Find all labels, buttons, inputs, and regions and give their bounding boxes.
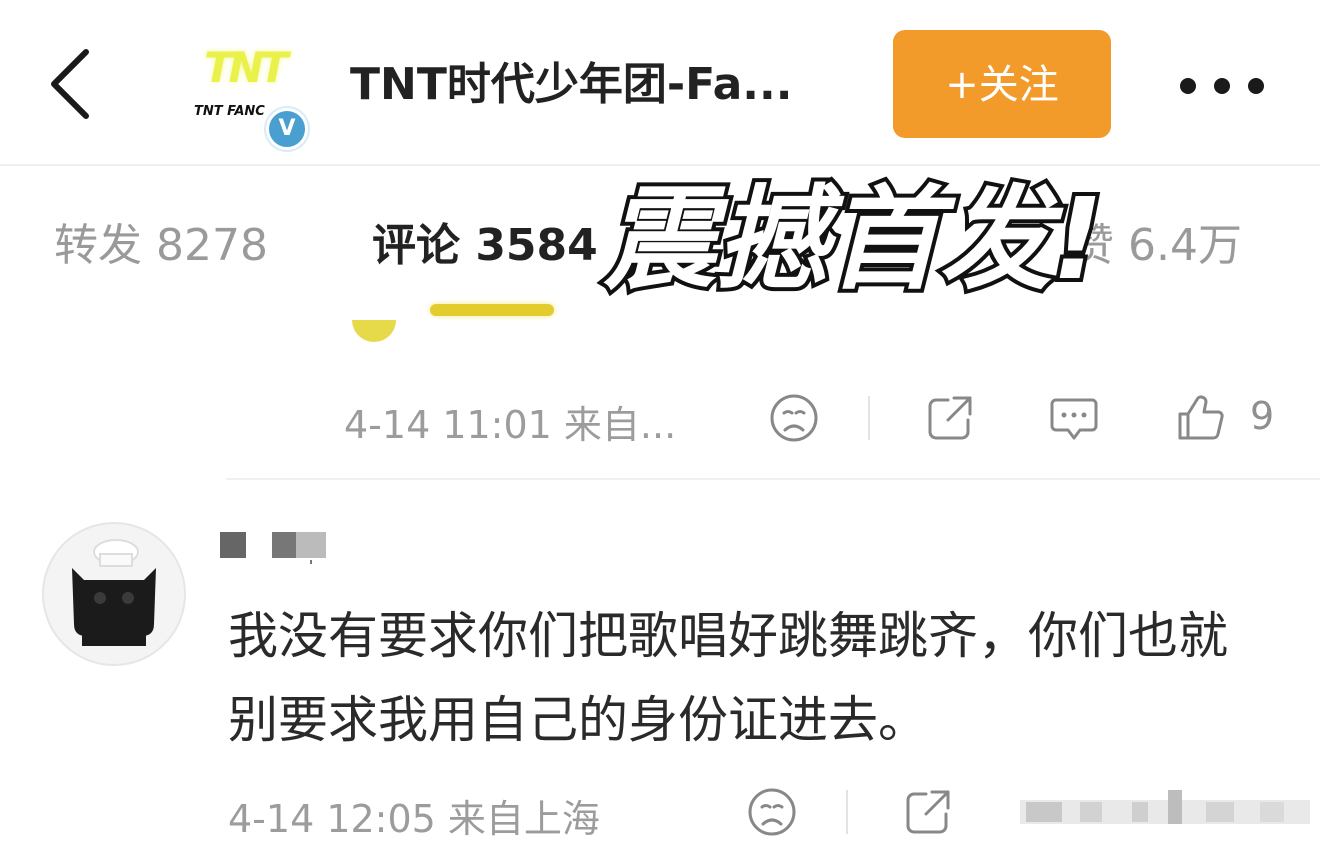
- header: TNT TNT FANC V TNT时代少年团-Fa... +关注: [0, 0, 1320, 166]
- comment-timestamp: 4-14 11:01 来自...: [344, 403, 677, 447]
- follow-button[interactable]: +关注: [893, 30, 1111, 138]
- username-redacted[interactable]: [220, 528, 360, 564]
- avatar-edge-decoration: [352, 320, 396, 342]
- comment-timestamp: 4-14 12:05 来自上海: [228, 797, 600, 841]
- verified-badge-icon: V: [266, 108, 308, 150]
- comment-separator: [226, 478, 1320, 480]
- tab-repost[interactable]: 转发 8278: [54, 216, 268, 276]
- blurred-watermark: [1020, 790, 1310, 834]
- comment-page: TNT TNT FANC V TNT时代少年团-Fa... +关注 转发 827…: [0, 0, 1320, 846]
- sad-face-icon[interactable]: [744, 784, 800, 840]
- overlay-caption: 震撼首发!: [600, 171, 1107, 309]
- comment-icon[interactable]: [1046, 390, 1102, 446]
- divider: [868, 396, 870, 440]
- comment-meta-row: 4-14 11:01 来自... 9: [0, 376, 1320, 462]
- logo-mark: TNT: [204, 43, 288, 92]
- comment-meta-row: 4-14 12:05 来自上海: [0, 770, 1320, 846]
- like-count: 9: [1250, 394, 1275, 438]
- verified-badge-label: V: [278, 116, 296, 141]
- logo-text: TNT FANC: [194, 104, 265, 119]
- account-avatar[interactable]: TNT TNT FANC V: [190, 38, 308, 150]
- tab-comment[interactable]: 评论 3584: [372, 216, 598, 276]
- avatar[interactable]: [42, 522, 186, 666]
- account-title[interactable]: TNT时代少年团-Fa...: [350, 50, 792, 120]
- active-tab-indicator: [430, 304, 554, 316]
- thumbs-up-icon[interactable]: [1172, 390, 1228, 446]
- share-icon[interactable]: [900, 784, 956, 840]
- sad-face-icon[interactable]: [766, 390, 822, 446]
- comment-body: 我没有要求你们把歌唱好跳舞跳齐，你们也就别要求我用自己的身份证进去。: [228, 607, 1228, 749]
- more-icon[interactable]: [1170, 60, 1270, 110]
- share-icon[interactable]: [922, 390, 978, 446]
- back-icon[interactable]: [40, 44, 110, 124]
- divider: [846, 790, 848, 834]
